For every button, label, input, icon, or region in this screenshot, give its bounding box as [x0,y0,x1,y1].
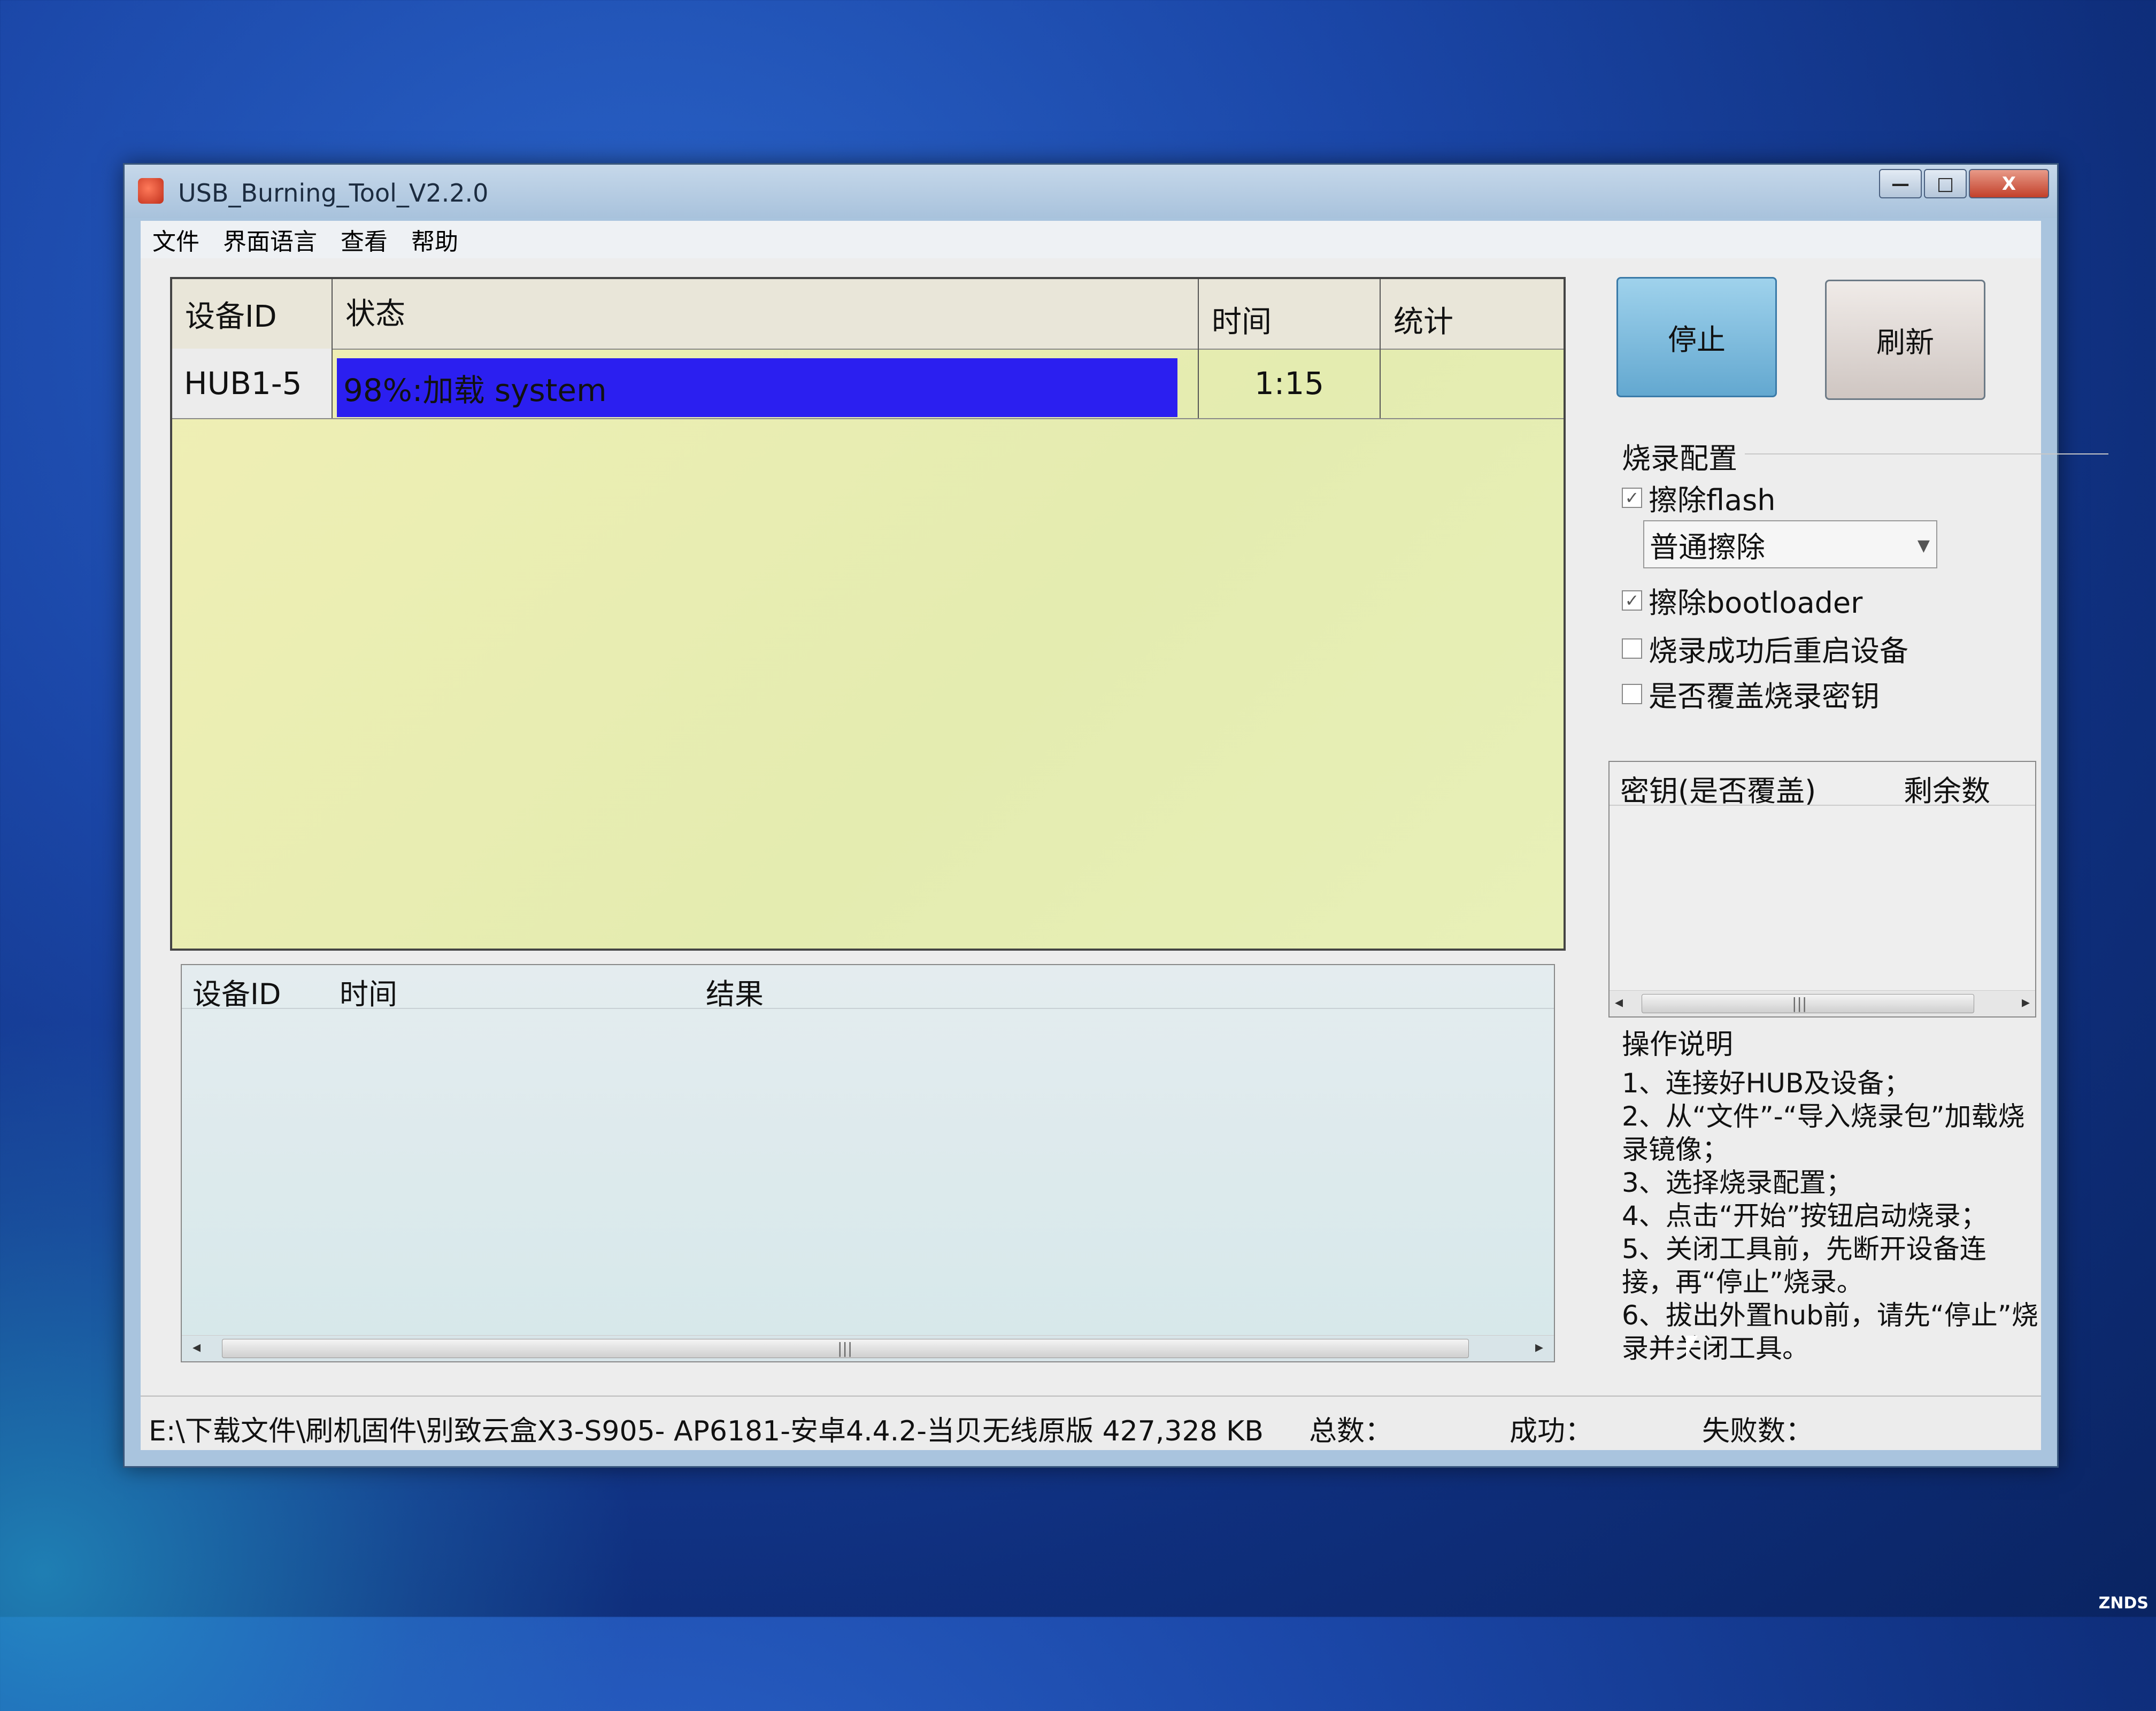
time-cell: 1:15 [1199,349,1381,418]
chevron-down-icon: ▼ [1917,536,1930,555]
erase-bootloader-checkbox[interactable]: ✓ [1622,590,1642,611]
device-table: 设备ID 状态 时间 统计 HUB1-5 98%:加载 system 1:15 [170,277,1566,951]
log-table-header: 设备ID 时间 结果 [182,965,1554,1011]
scroll-right-icon[interactable]: ▸ [1535,1338,1543,1357]
app-window: USB_Burning_Tool_V2.2.0 — □ X 文件 界面语言 查看… [123,163,2108,1468]
client-area: 设备ID 状态 时间 统计 HUB1-5 98%:加载 system 1:15 … [141,258,2108,1450]
mouse-cursor-icon [1686,1336,1698,1357]
menu-language[interactable]: 界面语言 [211,222,329,257]
menu-view[interactable]: 查看 [329,222,399,257]
erase-flash-checkbox[interactable]: ✓ [1622,487,1642,508]
erase-mode-value: 普通擦除 [1650,530,1765,564]
header-time: 时间 [1199,279,1381,349]
title-bar[interactable]: USB_Burning_Tool_V2.2.0 — □ X [125,165,2057,218]
group-divider [1745,453,2108,454]
minimize-button[interactable]: — [1879,169,1922,198]
log-header-result: 结果 [706,977,764,1011]
log-table-scrollbar[interactable]: ◂ ||| ▸ [182,1335,1554,1361]
window-title: USB_Burning_Tool_V2.2.0 [178,179,489,207]
instruction-line: 5、关闭工具前，先断开设备连接，再“停止”烧录。 [1622,1234,1986,1298]
log-header-device-id: 设备ID [192,977,281,1011]
reboot-after-label: 烧录成功后重启设备 [1649,634,1908,668]
header-key: 密钥(是否覆盖) [1620,774,1816,808]
instruction-line: 6、拔出外置hub前，请先“停止”烧录并关闭工具。 [1622,1300,2038,1364]
status-cell: 98%:加载 system [333,349,1199,418]
app-icon [138,178,164,204]
scroll-grip-icon: ||| [837,1339,853,1357]
fail-count-label: 失败数： [1702,1415,1814,1447]
header-remaining: 剩余数 [1904,774,1990,808]
erase-flash-label: 擦除flash [1649,483,1776,517]
total-count-label: 总数： [1309,1415,1393,1447]
reboot-after-checkbox[interactable] [1622,638,1642,659]
device-id-cell: HUB1-5 [172,349,333,418]
menu-bar: 文件 界面语言 查看 帮助 [141,221,2041,258]
erase-bootloader-label: 擦除bootloader [1649,586,1863,620]
scroll-thumb[interactable]: ||| [222,1339,1469,1358]
firmware-path: E:\下载文件\刷机固件\别致云盒X3-S905- AP6181-安卓4.4.2… [149,1415,1264,1447]
instruction-line: 4、点击“开始”按钮启动烧录； [1622,1200,1988,1231]
log-header-time: 时间 [340,977,397,1011]
burn-config-title: 烧录配置 [1622,442,1737,475]
key-table-scrollbar[interactable]: ◂ ||| ▸ [1610,990,2035,1016]
scroll-left-icon[interactable]: ◂ [1615,993,1623,1012]
overwrite-key-label: 是否覆盖烧录密钥 [1649,680,1880,713]
header-stats: 统计 [1393,305,1453,340]
status-bar: E:\下载文件\刷机固件\别致云盒X3-S905- AP6181-安卓4.4.2… [141,1396,2041,1450]
scroll-thumb[interactable]: ||| [1642,994,1974,1013]
log-table: 设备ID 时间 结果 ◂ ||| ▸ [181,964,1555,1362]
key-table-header: 密钥(是否覆盖) 剩余数 [1610,762,2035,808]
stop-button[interactable]: 停止 [1616,277,1777,397]
header-status: 状态 [333,279,1199,349]
device-table-header: 设备ID 状态 时间 统计 [172,279,1564,350]
stats-cell [1381,349,1568,418]
menu-file[interactable]: 文件 [141,222,211,257]
header-device-id: 设备ID [172,279,333,349]
reboot-after-option[interactable]: 烧录成功后重启设备 [1622,627,1908,669]
success-count-label: 成功： [1510,1415,1593,1447]
overwrite-key-option[interactable]: 是否覆盖烧录密钥 [1622,673,1880,715]
key-table: 密钥(是否覆盖) 剩余数 ◂ ||| ▸ [1608,761,2036,1018]
erase-flash-option[interactable]: ✓ 擦除flash [1622,476,1775,519]
desktop-watermark-logo: ZNDS [2098,1594,2149,1613]
maximize-button[interactable]: □ [1924,169,1967,198]
instruction-line: 3、选择烧录配置； [1622,1167,1853,1198]
erase-mode-select[interactable]: 普通擦除 ▼ [1643,520,1937,568]
instruction-line: 2、从“文件”-“导入烧录包”加载烧录镜像； [1622,1101,2025,1165]
device-row[interactable]: HUB1-5 98%:加载 system 1:15 [172,349,1564,419]
scroll-grip-icon: ||| [1792,995,1807,1012]
progress-label: 98%:加载 system [343,372,607,409]
instructions-panel: 操作说明 1、连接好HUB及设备； 2、从“文件”-“导入烧录包”加载烧录镜像；… [1622,1028,2039,1365]
instructions-title: 操作说明 [1622,1029,1734,1061]
menu-help[interactable]: 帮助 [399,222,470,257]
overwrite-key-checkbox[interactable] [1622,683,1642,704]
instruction-line: 1、连接好HUB及设备； [1622,1068,1911,1099]
scroll-right-icon[interactable]: ▸ [2022,993,2030,1012]
erase-bootloader-option[interactable]: ✓ 擦除bootloader [1622,579,1862,621]
close-button[interactable]: X [1969,169,2049,198]
window-controls: — □ X [1877,169,2049,198]
scroll-left-icon[interactable]: ◂ [192,1338,201,1357]
refresh-button[interactable]: 刷新 [1825,280,1985,400]
